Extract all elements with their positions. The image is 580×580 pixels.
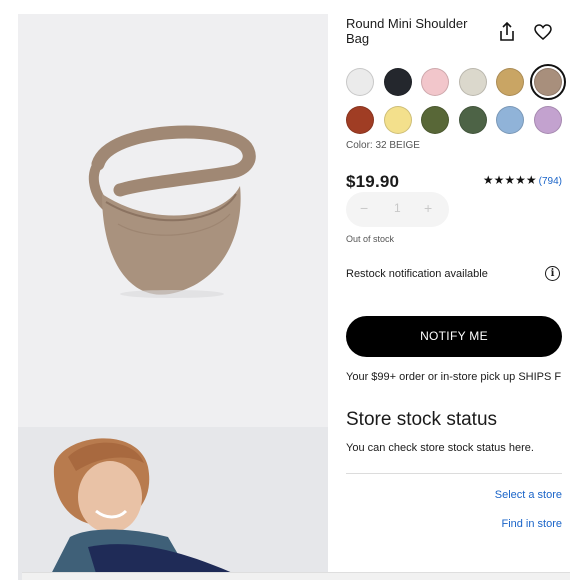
color-swatch-olive[interactable] (421, 106, 450, 134)
product-image-model[interactable] (18, 427, 328, 580)
color-swatch-light-gray[interactable] (458, 68, 487, 96)
color-swatch-mustard[interactable] (496, 68, 525, 96)
quantity-increase-button[interactable]: + (424, 200, 432, 216)
rating-stars: ★★★★★ (482, 173, 537, 187)
bottom-bar (22, 572, 570, 580)
model-illustration (18, 427, 328, 580)
color-swatch-white[interactable] (346, 68, 374, 96)
rating[interactable]: ★★★★★ (794) (483, 173, 562, 187)
color-swatch-pink[interactable] (421, 68, 450, 96)
notify-me-button[interactable]: NOTIFY ME (346, 316, 562, 357)
product-gallery (18, 14, 328, 580)
stock-status: Out of stock (346, 234, 395, 244)
color-swatch-dark-green[interactable] (458, 106, 487, 134)
quantity-decrease-button[interactable]: − (360, 200, 368, 216)
color-swatch-light-blue[interactable] (496, 106, 525, 134)
share-icon[interactable] (498, 22, 516, 42)
color-swatch-brick[interactable] (346, 106, 374, 134)
bag-illustration (88, 125, 256, 298)
color-swatch-yellow[interactable] (383, 106, 412, 134)
heart-icon[interactable] (534, 24, 552, 40)
store-stock-title: Store stock status (346, 409, 498, 430)
color-swatch-beige[interactable] (530, 64, 566, 100)
price: $19.90 (346, 172, 400, 191)
shipping-text: Your $99+ order or in-store pick up SHIP… (346, 371, 562, 383)
info-icon[interactable]: i (545, 266, 560, 281)
color-swatch-lavender[interactable] (534, 106, 562, 134)
product-image-bag[interactable] (18, 14, 328, 427)
quantity-stepper[interactable]: − 1 + (346, 192, 449, 227)
review-count[interactable]: (794) (539, 176, 562, 187)
color-swatch-black[interactable] (383, 68, 412, 96)
selected-color-label: Color: 32 BEIGE (346, 140, 420, 151)
restock-notice: Restock notification available (346, 268, 488, 280)
select-store-link[interactable]: Select a store (495, 489, 562, 501)
quantity-value: 1 (394, 201, 401, 215)
store-stock-description: You can check store stock status here. (346, 442, 534, 454)
divider (346, 473, 562, 474)
product-title: Round Mini Shoulder Bag (346, 16, 468, 46)
find-in-store-link[interactable]: Find in store (501, 518, 562, 530)
